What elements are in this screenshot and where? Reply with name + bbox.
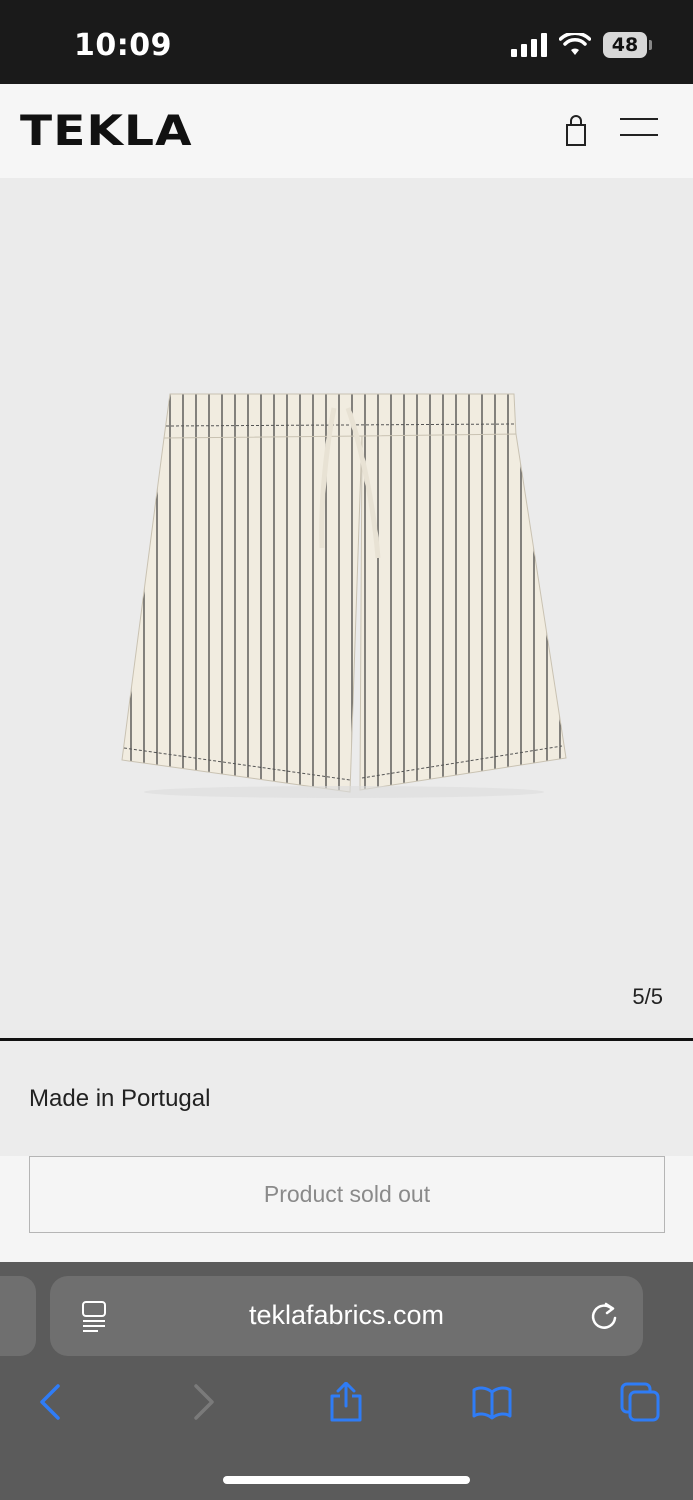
bookmarks-icon[interactable] — [472, 1382, 512, 1422]
sold-out-button[interactable]: Product sold out — [29, 1156, 665, 1233]
striped-shorts-product-image — [121, 393, 567, 798]
home-indicator[interactable] — [223, 1476, 470, 1484]
address-bar[interactable]: teklafabrics.com — [50, 1276, 643, 1356]
back-icon[interactable] — [32, 1382, 72, 1422]
signal-icon — [511, 33, 547, 57]
previous-tab-stub[interactable] — [0, 1276, 36, 1356]
product-info: Made in Portugal — [0, 1041, 693, 1156]
status-bar: 10:09 48 — [0, 0, 693, 84]
wifi-icon — [559, 33, 591, 55]
url-text: teklafabrics.com — [248, 1300, 445, 1330]
menu-line — [620, 134, 658, 136]
forward-icon[interactable] — [182, 1382, 222, 1422]
battery-icon: 48 — [603, 32, 652, 58]
status-time: 10:09 — [74, 28, 172, 63]
share-icon[interactable] — [326, 1382, 366, 1422]
hamburger-menu-icon[interactable] — [620, 118, 658, 144]
battery-level: 48 — [611, 34, 639, 56]
menu-line — [620, 118, 658, 120]
tabs-icon[interactable] — [620, 1382, 660, 1422]
bag-icon[interactable] — [562, 114, 590, 148]
browser-chrome: teklafabrics.com — [0, 1262, 693, 1500]
gallery-counter: 5/5 — [632, 984, 663, 1009]
reload-icon[interactable] — [588, 1300, 620, 1332]
brand-logo[interactable]: TEKLA — [20, 106, 193, 155]
cta-container: Product sold out — [0, 1156, 693, 1262]
site-header: TEKLA — [0, 84, 693, 178]
product-gallery[interactable]: 5/5 — [0, 178, 693, 1040]
status-icons: 48 — [511, 32, 652, 58]
made-in-label: Made in Portugal — [29, 1085, 211, 1112]
